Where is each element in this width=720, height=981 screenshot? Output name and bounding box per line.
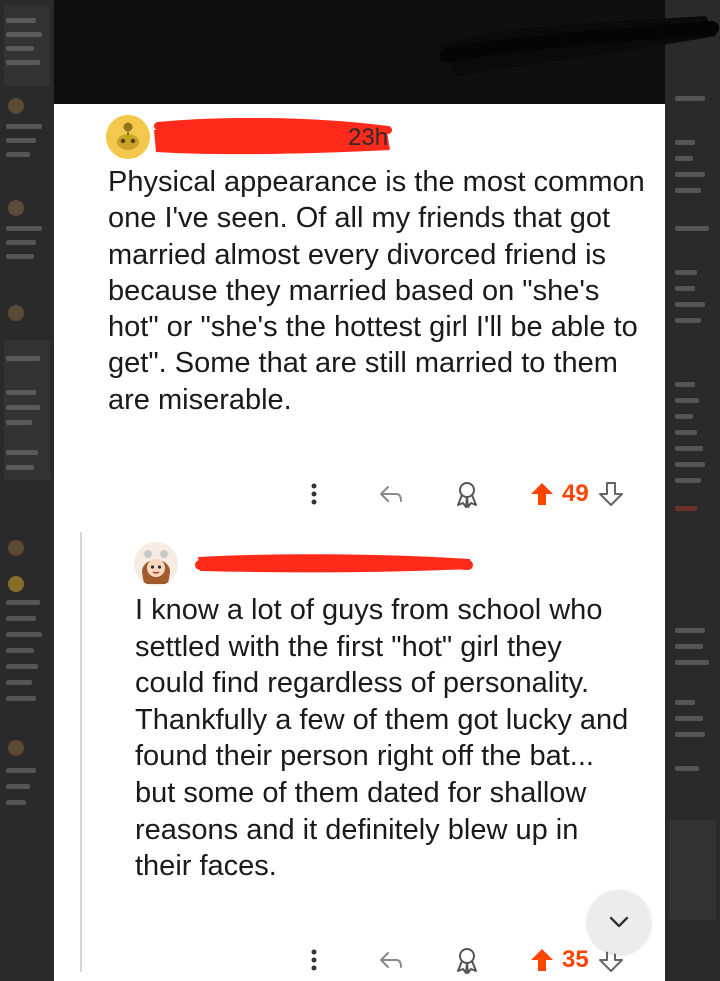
username-redaction [195,554,473,573]
background-app-right [665,0,720,981]
comment-action-bar: 49 [302,474,625,514]
comment-thread: 23h Physical appearance is the most comm… [54,104,665,981]
snoo-icon [106,115,150,159]
more-vertical-icon[interactable] [302,945,326,975]
user-avatar[interactable] [134,542,178,586]
award-icon[interactable] [452,480,482,508]
comment-body: I know a lot of guys from school who set… [135,594,629,883]
upvote-icon[interactable] [528,481,556,507]
scroll-down-button[interactable] [587,890,651,954]
background-app-left [0,0,54,981]
more-vertical-icon[interactable] [302,479,326,509]
downvote-icon[interactable] [597,481,625,507]
avatar-icon [134,542,178,586]
vote-count: 35 [562,946,589,973]
vote-count: 49 [562,480,589,507]
comment-action-bar: 35 [302,940,625,980]
thread-indent-line[interactable] [80,532,82,972]
reply-icon[interactable] [376,483,406,505]
upvote-icon[interactable] [528,947,556,973]
redaction-scribble [439,16,719,76]
award-icon[interactable] [452,946,482,974]
comment-body: Physical appearance is the most common o… [108,166,645,416]
comment-timestamp: 23h [348,124,389,151]
reply-icon[interactable] [376,949,406,971]
chevron-down-icon [609,916,629,928]
snoo-avatar[interactable] [106,115,150,159]
